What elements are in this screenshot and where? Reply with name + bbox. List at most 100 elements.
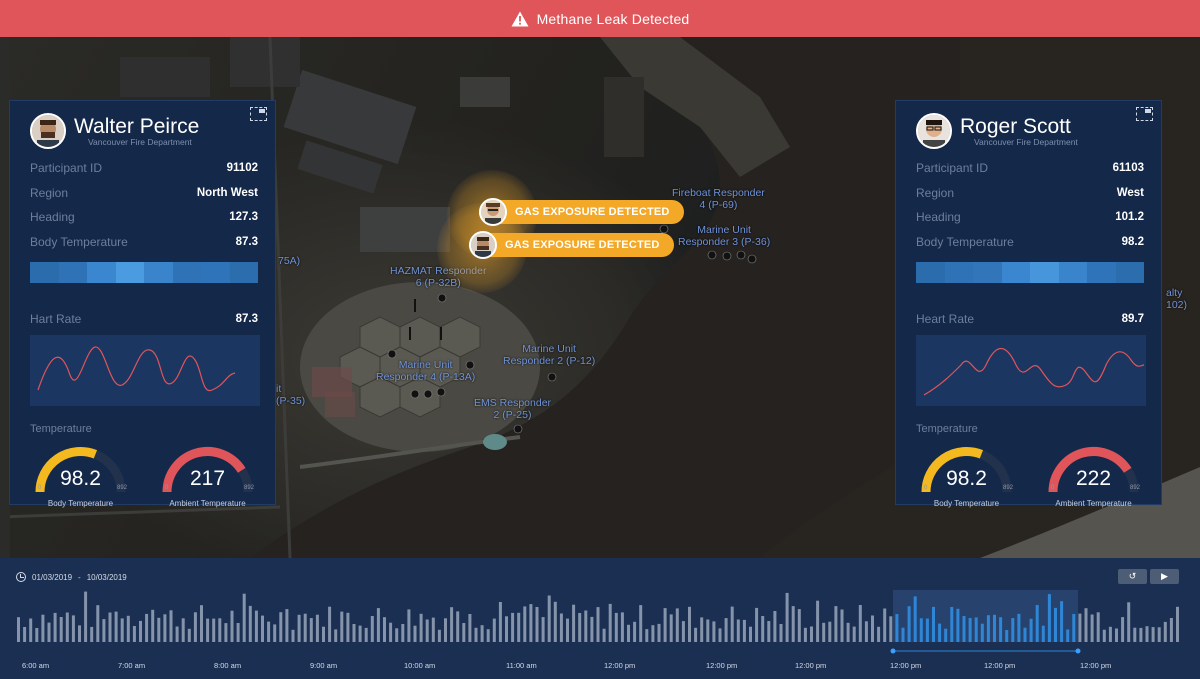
timeline-bar: [139, 620, 142, 642]
timeline-bar: [480, 625, 484, 642]
timeline-bar: [468, 614, 472, 642]
timeline-bar: [761, 616, 765, 642]
expand-icon[interactable]: [1136, 107, 1153, 121]
timeline-bar: [596, 607, 600, 642]
timeline-bar: [553, 601, 557, 642]
warning-triangle-icon: [511, 11, 529, 26]
timeline-bar: [41, 614, 45, 642]
participant-name: Roger Scott: [960, 114, 1071, 138]
timeline-tick-label: 9:00 am: [310, 661, 338, 670]
timeline-bar: [29, 618, 33, 642]
gauge-value: 98.2: [946, 466, 987, 490]
alert-banner[interactable]: Methane Leak Detected: [0, 0, 1200, 37]
gauge-ambient-temperature: 217 0 892 Ambient Temperature: [157, 437, 258, 509]
gas-alert-text: GAS EXPOSURE DETECTED: [505, 239, 660, 251]
timeline[interactable]: 01/03/2019 - 10/03/2019 ↺ ▶ 6:00 am 7:00 …: [0, 558, 1200, 679]
timeline-bar: [291, 629, 295, 642]
timeline-bar: [498, 602, 502, 642]
timeline-bar: [907, 606, 911, 642]
timeline-bar: [456, 611, 460, 642]
timeline-bar: [90, 626, 94, 642]
timeline-bar: [364, 627, 368, 642]
timeline-tick-label: 6:00 am: [22, 661, 50, 670]
timeline-bar: [828, 621, 832, 642]
timeline-bar: [742, 619, 746, 642]
timeline-bar: [1102, 629, 1106, 642]
timeline-bar: [163, 614, 167, 642]
gauge-caption: Ambient Temperature: [1055, 498, 1132, 508]
timeline-bar: [529, 604, 533, 642]
date-range[interactable]: 01/03/2019 - 10/03/2019: [16, 572, 127, 582]
timeline-bar: [1041, 625, 1045, 642]
timeline-bar: [1145, 626, 1149, 642]
timeline-bar: [1029, 618, 1033, 642]
temperature-title: Temperature: [30, 422, 92, 435]
timeline-bar: [431, 617, 435, 642]
marker-icon: [659, 224, 669, 234]
timeline-bar: [956, 608, 960, 642]
gauge-value: 222: [1075, 466, 1112, 490]
participant-name: Walter Peirce: [74, 114, 200, 138]
timeline-bar: [206, 618, 210, 642]
timeline-bar: [187, 628, 191, 642]
play-icon: ▶: [1161, 571, 1168, 581]
gauge-min: 0: [165, 484, 169, 491]
gas-alert-text: GAS EXPOSURE DETECTED: [515, 206, 670, 218]
range-separator: -: [78, 572, 81, 582]
timeline-bar: [175, 626, 179, 642]
timeline-bar: [273, 624, 277, 642]
participant-department: Vancouver Fire Department: [88, 136, 192, 147]
timeline-bar: [309, 618, 313, 642]
timeline-bar: [376, 608, 380, 642]
timeline-bar: [236, 623, 240, 642]
timeline-bar: [1139, 627, 1143, 642]
timeline-bar: [261, 615, 264, 642]
timeline-bar: [864, 621, 868, 642]
gauge-value: 217: [189, 466, 226, 490]
timeline-bar: [938, 623, 942, 642]
timeline-bar: [1005, 630, 1009, 642]
timeline-bar: [834, 606, 838, 642]
timeline-bar: [578, 613, 582, 642]
selection-handle-end[interactable]: [1075, 648, 1081, 654]
timeline-tick-label: 12:00 pm: [795, 661, 827, 670]
timeline-bar: [1115, 628, 1118, 642]
timeline-bar: [444, 618, 447, 642]
timeline-bar: [35, 628, 39, 642]
timeline-bar: [974, 617, 978, 642]
gauge-caption: Body Temperature: [933, 498, 1000, 508]
range-end: 10/03/2019: [86, 572, 127, 582]
timeline-bar: [157, 617, 161, 642]
timeline-bar: [1090, 614, 1094, 642]
expand-icon[interactable]: [250, 107, 267, 121]
timeline-bar: [315, 614, 319, 642]
timeline-bar: [383, 617, 386, 642]
timeline-bar: [1066, 629, 1070, 642]
field-row-body-temperature: Body Temperature 98.2: [916, 234, 1144, 249]
timeline-bar: [47, 622, 51, 642]
marker-icon: [423, 389, 433, 399]
timeline-bar: [810, 626, 813, 642]
selection-handle-start[interactable]: [890, 648, 896, 654]
gauge-body-temperature: 98.2 0 892 Body Temperature: [30, 437, 131, 509]
timeline-bar: [1011, 618, 1015, 642]
timeline-bar: [486, 629, 490, 642]
timeline-bar: [181, 618, 185, 642]
timeline-bar: [65, 612, 69, 642]
timeline-bar: [505, 616, 508, 642]
gas-alert-2[interactable]: GAS EXPOSURE DETECTED: [437, 203, 674, 293]
replay-button[interactable]: ↺: [1118, 569, 1147, 584]
marker-icon: [437, 293, 447, 303]
timeline-bar: [114, 611, 118, 642]
gauge-value: 98.2: [60, 466, 101, 490]
timeline-bar: [932, 606, 935, 642]
avatar: [916, 113, 952, 149]
timeline-bar: [407, 609, 411, 642]
timeline-tick-label: 7:00 am: [118, 661, 146, 670]
timeline-bar: [108, 612, 112, 642]
timeline-tick-label: 10:00 am: [404, 661, 436, 670]
temperature-title: Temperature: [916, 422, 978, 435]
play-button[interactable]: ▶: [1150, 569, 1179, 584]
timeline-bar: [285, 609, 289, 642]
timeline-histogram[interactable]: [0, 588, 1200, 658]
